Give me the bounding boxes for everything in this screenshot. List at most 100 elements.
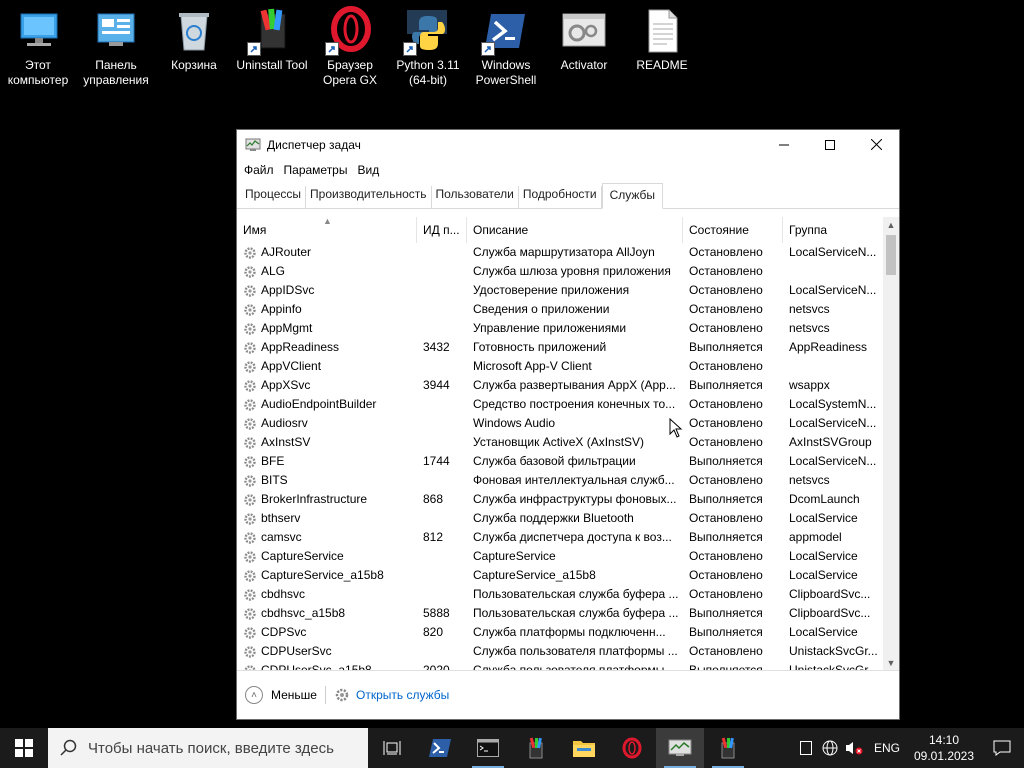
table-row[interactable]: CDPUserSvc Служба пользователя платформы … (237, 642, 883, 661)
task-view-button[interactable] (368, 728, 416, 768)
notification-center-button[interactable] (980, 728, 1024, 768)
tray-tablet-button[interactable] (794, 728, 818, 768)
scroll-down-arrow-icon[interactable]: ▼ (883, 655, 899, 671)
table-row[interactable]: bthserv Служба поддержки Bluetooth Останов… (237, 509, 883, 528)
service-name-cell: BrokerInfrastructure (237, 490, 417, 509)
menu-file[interactable]: Файл (243, 163, 281, 177)
table-row[interactable]: AudioEndpointBuilder Средство построения … (237, 395, 883, 414)
column-header-row: ▲ Имя ИД п... Описание Состояние Группа (237, 217, 883, 243)
table-row[interactable]: AppIDSvc Удостоверение приложения Остановл… (237, 281, 883, 300)
column-header-name[interactable]: ▲ Имя (237, 217, 417, 243)
service-group (783, 262, 883, 281)
scrollbar-thumb[interactable] (886, 235, 896, 275)
column-header-group[interactable]: Группа (783, 217, 883, 243)
desktop-icon-powershell[interactable]: Windows PowerShell (468, 6, 544, 92)
desktop-icon-control-panel[interactable]: Панель управления (78, 6, 154, 92)
taskbar-uninstall-tool[interactable] (512, 728, 560, 768)
service-description: Готовность приложений (473, 340, 607, 354)
taskbar-opera-gx[interactable] (608, 728, 656, 768)
tab-services[interactable]: Службы (601, 183, 664, 209)
desktop-icon-readme[interactable]: README (624, 6, 700, 92)
close-button[interactable] (853, 130, 899, 159)
desktop-icon-opera-gx[interactable]: Браузер Opera GX (312, 6, 388, 92)
taskbar-uninstall-tool-2[interactable] (704, 728, 752, 768)
service-description: Пользовательская служба буфера ... (473, 587, 679, 601)
column-header-status[interactable]: Состояние (683, 217, 783, 243)
table-row[interactable]: BITS Фоновая интеллектуальная служб... Ост… (237, 471, 883, 490)
menu-bar: Файл Параметры Вид (237, 159, 899, 181)
taskbar-command-prompt[interactable] (464, 728, 512, 768)
column-header-description[interactable]: Описание (467, 217, 683, 243)
table-row[interactable]: AJRouter Служба маршрутизатора AllJoyn Ост… (237, 243, 883, 262)
column-header-pid[interactable]: ИД п... (417, 217, 467, 243)
service-pid (417, 319, 467, 338)
column-header-label: Имя (243, 223, 267, 237)
tab-details[interactable]: Подробности (519, 186, 602, 208)
start-button[interactable] (0, 728, 48, 768)
shortcut-arrow-icon (247, 42, 261, 56)
table-row[interactable]: AppXSvc 3944 Служба развертывания AppX (Ap… (237, 376, 883, 395)
taskbar-file-explorer[interactable] (560, 728, 608, 768)
service-name-cell: AJRouter (237, 243, 417, 262)
tab-performance[interactable]: Производительность (306, 186, 432, 208)
table-row[interactable]: cbdhsvc Пользовательская служба буфера ..… (237, 585, 883, 604)
shortcut-arrow-icon (481, 42, 495, 56)
desktop-icon-this-pc[interactable]: Этот компьютер (0, 6, 76, 92)
table-row[interactable]: BrokerInfrastructure 868 Служба инфраструк… (237, 490, 883, 509)
table-row[interactable]: BFE 1744 Служба базовой фильтрации Выполняе… (237, 452, 883, 471)
desktop-icon-uninstall-tool[interactable]: Uninstall Tool (234, 6, 310, 92)
table-row[interactable]: AxInstSV Установщик ActiveX (AxInstSV) Ост… (237, 433, 883, 452)
desktop-icon-python[interactable]: Python 3.11 (64-bit) (390, 6, 466, 92)
service-status: Выполняется (689, 340, 763, 354)
minimize-button[interactable] (761, 130, 807, 159)
tray-volume-button[interactable] (842, 728, 866, 768)
service-gear-icon (244, 341, 256, 354)
table-row[interactable]: ALG Служба шлюза уровня приложения Останов… (237, 262, 883, 281)
fewer-details-button[interactable]: Меньше (271, 688, 317, 702)
taskbar-search-box[interactable]: Чтобы начать поиск, введите здесь (48, 728, 368, 768)
table-row[interactable]: AppReadiness 3432 Готовность приложений Вып… (237, 338, 883, 357)
title-bar[interactable]: Диспетчер задач (237, 130, 899, 159)
table-row[interactable]: Audiosrv Windows Audio Остановлено LocalSer… (237, 414, 883, 433)
table-row[interactable]: camsvc 812 Служба диспетчера доступа к воз… (237, 528, 883, 547)
input-language-indicator[interactable]: ENG (866, 741, 908, 755)
open-services-link[interactable]: Открыть службы (356, 688, 449, 702)
desktop-icon-activator[interactable]: Activator (546, 6, 622, 92)
chevron-up-icon[interactable]: ˄ (245, 686, 263, 704)
table-row[interactable]: CaptureService_a15b8 CaptureService_a15b8… (237, 566, 883, 585)
vertical-scrollbar[interactable]: ▲ ▼ (883, 217, 899, 671)
service-description: Служба базовой фильтрации (473, 454, 636, 468)
scroll-up-arrow-icon[interactable]: ▲ (883, 217, 899, 233)
tray-network-button[interactable] (818, 728, 842, 768)
table-row[interactable]: CaptureService CaptureService Остановлено L… (237, 547, 883, 566)
service-pid (417, 395, 467, 414)
table-row[interactable]: AppMgmt Управление приложениями Остановлен… (237, 319, 883, 338)
folder-icon (573, 741, 595, 757)
service-group: netsvcs (789, 473, 830, 487)
service-gear-icon (244, 246, 256, 259)
taskbar-powershell[interactable] (416, 728, 464, 768)
tab-users[interactable]: Пользователи (432, 186, 519, 208)
menu-options[interactable]: Параметры (283, 163, 355, 177)
tab-processes[interactable]: Процессы (241, 186, 307, 208)
desktop-icon-recycle-bin[interactable]: Корзина (156, 6, 232, 92)
search-placeholder: Чтобы начать поиск, введите здесь (88, 739, 334, 757)
table-row[interactable]: CDPSvc 820 Служба платформы подключенн... В… (237, 623, 883, 642)
taskbar-task-manager[interactable] (656, 728, 704, 768)
service-name: AJRouter (261, 245, 312, 259)
close-icon (870, 139, 882, 150)
menu-view[interactable]: Вид (356, 163, 386, 177)
service-status: Остановлено (689, 283, 763, 297)
clock[interactable]: 14:10 09.01.2023 (908, 732, 980, 764)
service-description: CaptureService (473, 549, 556, 563)
table-row[interactable]: cbdhsvc_a15b8 5888 Пользовательская служба… (237, 604, 883, 623)
table-row[interactable]: AppVClient Microsoft App-V Client Остановл… (237, 357, 883, 376)
service-group: LocalService (789, 511, 858, 525)
service-description: Служба платформы подключенн... (473, 625, 666, 639)
desktop-icon-label: Python 3.11 (64-bit) (396, 58, 460, 87)
task-manager-icon (668, 739, 692, 756)
maximize-button[interactable] (807, 130, 853, 159)
service-pid (417, 566, 467, 585)
service-status: Остановлено (689, 587, 763, 601)
table-row[interactable]: Appinfo Сведения о приложении Остановлено n… (237, 300, 883, 319)
